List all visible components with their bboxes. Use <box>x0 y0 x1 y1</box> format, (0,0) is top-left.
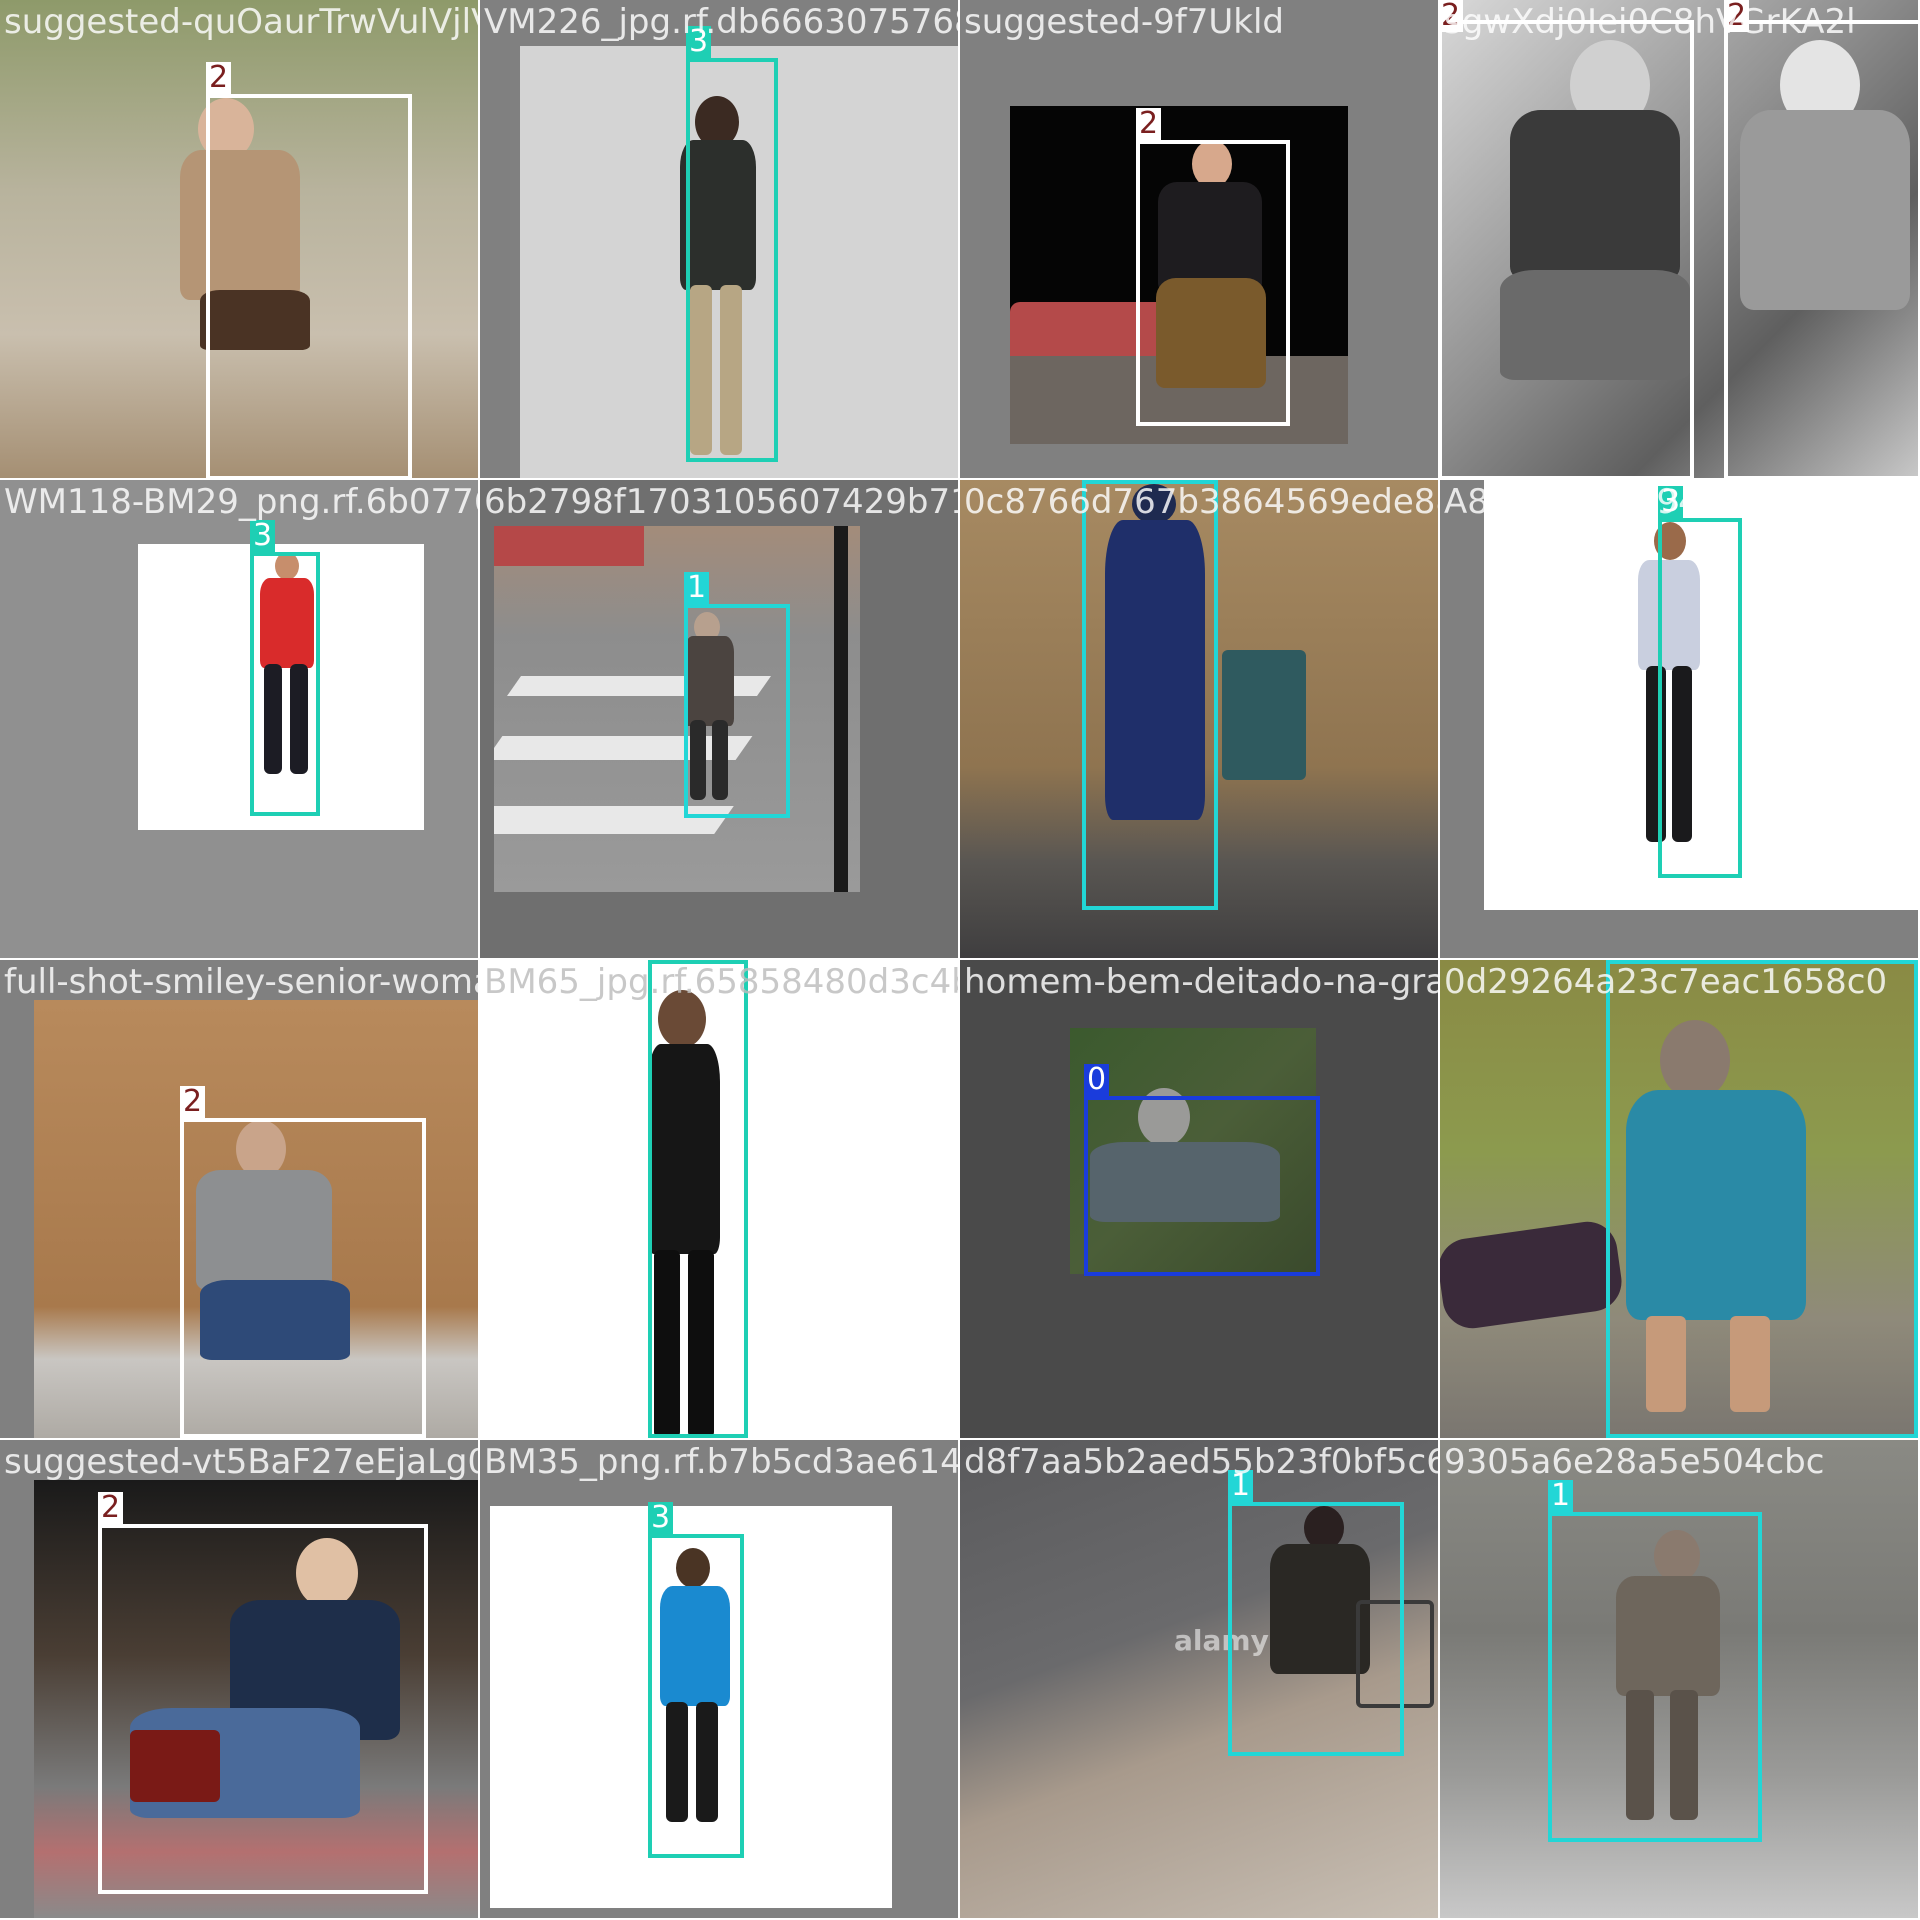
image-filename: 6b2798f1703105607429b7148 <box>484 482 958 522</box>
mosaic-tile: 2 full-shot-smiley-senior-woman <box>0 960 478 1438</box>
detection-mosaic: 2 suggested-quOaurTrwVulVjlVBMZ6WjpM1f8 … <box>0 0 1920 1920</box>
bounding-box <box>686 58 778 462</box>
mosaic-tile: 2 suggested-vt5BaF27eEjaLg0BM35 <box>0 1440 478 1918</box>
image-filename: BM65_jpg.rf.65858480d3c4b0d1577b9b1dd123 <box>484 962 958 1002</box>
mosaic-tile: 3 WM118-BM29_png.rf.6b07761a7031056f4c2b… <box>0 480 478 958</box>
mosaic-tile: alamy 1 d8f7aa5b2aed55b23f0bf5c6d <box>960 1440 1438 1918</box>
bounding-box <box>1548 1512 1762 1842</box>
mosaic-tile: 2 suggested-quOaurTrwVulVjlVBMZ6WjpM1f8 <box>0 0 478 478</box>
image-filename: 0c8766d767b3864569ede880248_1de9944867 <box>964 482 1438 522</box>
photo <box>494 526 860 892</box>
mosaic-tile: 3 BM65_jpg.rf.65858480d3c4b0d1577b9b1dd1… <box>480 960 958 1438</box>
mosaic-tile: 1 0d29264a23c7eac1658c0 <box>1440 960 1918 1438</box>
box-class-label: 1 <box>1548 1480 1574 1512</box>
image-filename: sgwXdj0Iei0C8hVGrKA2l <box>1444 2 1856 42</box>
bounding-box <box>1228 1502 1404 1756</box>
image-filename: VM226_jpg.rf.db66630757689f70f7c1fP4zT0I… <box>484 2 958 42</box>
mosaic-tile: 3 BM35_png.rf.b7b5cd3ae614 <box>480 1440 958 1918</box>
bounding-box <box>250 552 320 816</box>
image-filename: full-shot-smiley-senior-woman <box>4 962 478 1002</box>
image-filename: suggested-9f7Ukld <box>964 2 1284 42</box>
bounding-box <box>1082 480 1218 910</box>
image-filename: A8248_1de9944867_png.rf.ec <box>1444 482 1918 522</box>
bounding-box <box>1136 140 1290 426</box>
mosaic-tile: 3 VM226_jpg.rf.db66630757689f70f7c1fP4zT… <box>480 0 958 478</box>
bounding-box <box>648 1534 744 1858</box>
bounding-box <box>1658 518 1742 878</box>
mosaic-tile: 0 homem-bem-deitado-na-grama <box>960 960 1438 1438</box>
image-filename: d8f7aa5b2aed55b23f0bf5c6d <box>964 1442 1438 1482</box>
image-filename: suggested-quOaurTrwVulVjlVBMZ6WjpM1f8 <box>4 2 478 42</box>
image-filename: WM118-BM29_png.rf.6b07761a7031056f4c2b71… <box>4 482 478 522</box>
bounding-box <box>1440 20 1694 478</box>
box-class-label: 2 <box>180 1086 206 1118</box>
image-filename: 0d29264a23c7eac1658c0 <box>1444 962 1888 1002</box>
bounding-box <box>206 94 412 478</box>
box-class-label: 3 <box>250 520 276 552</box>
bounding-box <box>684 604 790 818</box>
bounding-box <box>98 1524 428 1894</box>
bounding-box <box>648 960 748 1438</box>
image-filename: homem-bem-deitado-na-grama <box>964 962 1438 1002</box>
bounding-box <box>180 1118 426 1438</box>
mosaic-tile: 3 A8248_1de9944867_png.rf.ec <box>1440 480 1918 958</box>
mosaic-tile: 1 0c8766d767b3864569ede880248_1de9944867 <box>960 480 1438 958</box>
image-filename: suggested-vt5BaF27eEjaLg0BM35 <box>4 1442 478 1482</box>
box-class-label: 2 <box>206 62 232 94</box>
box-class-label: 3 <box>648 1502 674 1534</box>
mosaic-tile: 2 2 sgwXdj0Iei0C8hVGrKA2l <box>1440 0 1918 478</box>
box-class-label: 2 <box>98 1492 124 1524</box>
box-class-label: 1 <box>684 572 710 604</box>
mosaic-tile: 1 6b2798f1703105607429b7148 <box>480 480 958 958</box>
bounding-box <box>1606 960 1918 1438</box>
bounding-box <box>1724 20 1918 478</box>
image-filename: 9305a6e28a5e504cbc <box>1444 1442 1825 1482</box>
image-filename: BM35_png.rf.b7b5cd3ae614 <box>484 1442 958 1482</box>
box-class-label: 2 <box>1136 108 1162 140</box>
bounding-box <box>1084 1096 1320 1276</box>
mosaic-tile: 2 suggested-9f7Ukld <box>960 0 1438 478</box>
box-class-label: 0 <box>1084 1064 1110 1096</box>
mosaic-tile: 1 9305a6e28a5e504cbc <box>1440 1440 1918 1918</box>
